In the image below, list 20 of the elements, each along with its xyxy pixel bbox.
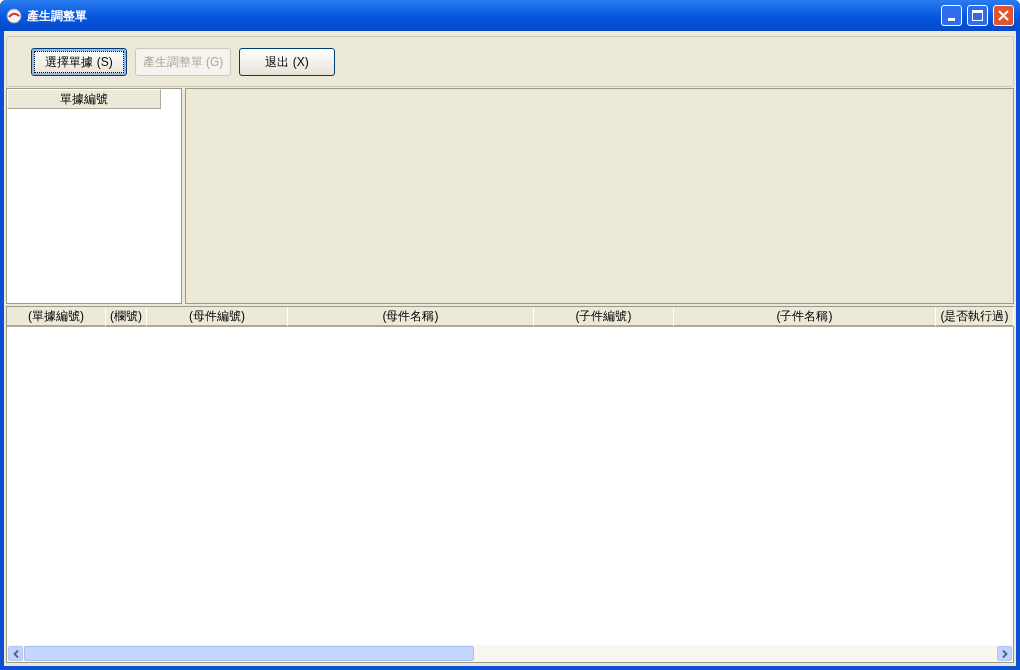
column-header[interactable]: (母件編號) xyxy=(147,307,288,327)
close-button[interactable] xyxy=(993,5,1014,26)
minimize-button[interactable] xyxy=(941,5,962,26)
column-header[interactable]: (是否執行過) xyxy=(936,307,1014,327)
toolbar-button[interactable]: 選擇單據 (S) xyxy=(31,47,127,76)
window-title: 產生調整單 xyxy=(27,7,87,25)
scroll-left-button[interactable] xyxy=(8,646,23,661)
scroll-right-button[interactable] xyxy=(997,646,1012,661)
column-header[interactable]: (子件名稱) xyxy=(674,307,936,327)
close-icon xyxy=(998,10,1009,21)
maximize-button[interactable] xyxy=(967,5,988,26)
column-header[interactable]: (子件編號) xyxy=(534,307,674,327)
scroll-thumb[interactable] xyxy=(24,646,474,661)
horizontal-scrollbar[interactable] xyxy=(7,645,1013,662)
column-header[interactable]: (欄號) xyxy=(106,307,147,327)
column-header[interactable]: (單據編號) xyxy=(7,307,106,327)
app-icon xyxy=(6,7,22,24)
column-header[interactable]: (母件名稱) xyxy=(288,307,534,327)
toolbar-button[interactable]: 退出 (X) xyxy=(239,47,335,76)
column-header[interactable]: 單據編號 xyxy=(7,89,161,109)
